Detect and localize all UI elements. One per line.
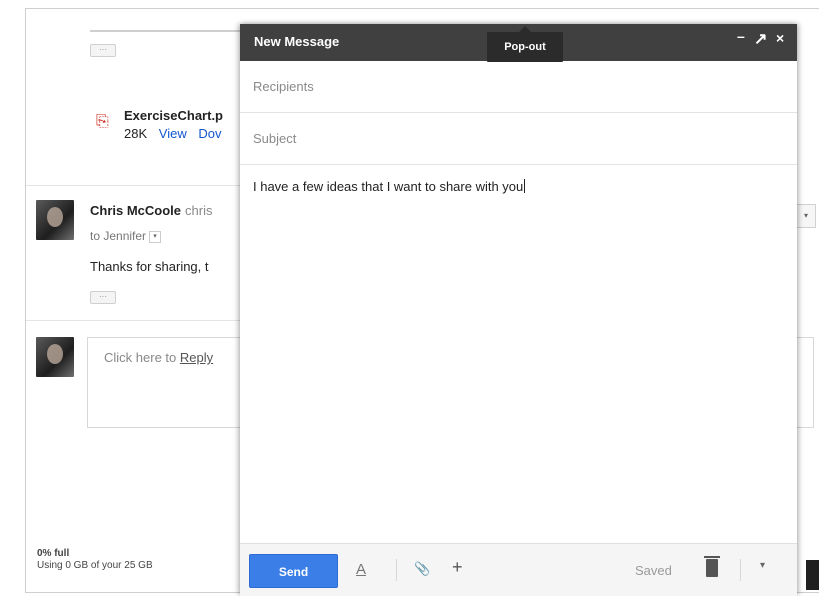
sender-name[interactable]: Chris McCoole [90, 203, 181, 218]
recipient-details-dropdown[interactable]: ▾ [149, 230, 162, 243]
attachment-meta: 28K View Dov [124, 126, 221, 141]
attachment-download-link[interactable]: Dov [198, 126, 221, 141]
send-button[interactable]: Send [249, 554, 338, 588]
toolbar-separator [740, 559, 741, 581]
pdf-file-icon: ⎘ [96, 113, 109, 130]
sender-email: chris [185, 203, 213, 218]
toolbar-separator [396, 559, 397, 581]
show-trimmed-content-button[interactable]: ··· [90, 44, 116, 57]
reply-link[interactable]: Reply [180, 350, 213, 365]
storage-percent: 0% full [37, 548, 70, 559]
minimize-icon[interactable]: – [737, 28, 745, 44]
trash-icon[interactable] [704, 556, 720, 577]
show-trimmed-content-button[interactable]: ··· [90, 291, 116, 304]
message-body: Thanks for sharing, t [90, 259, 209, 274]
divider [26, 320, 240, 321]
compose-title: New Message [254, 34, 340, 49]
avatar[interactable] [36, 200, 74, 240]
sender-line: Chris McCoole chris [90, 203, 212, 218]
formatting-options-icon[interactable]: A [356, 561, 366, 578]
attachment-name: ExerciseChart.p [124, 108, 223, 123]
divider [26, 185, 240, 186]
attach-files-icon[interactable]: 📎 [414, 561, 430, 577]
popout-icon[interactable]: ↗ [754, 29, 767, 49]
popout-tooltip: Pop-out [487, 26, 563, 62]
reply-prompt-text: Click here to [104, 350, 180, 365]
insert-more-icon[interactable]: + [452, 557, 463, 578]
subject-field[interactable]: Subject [253, 131, 296, 146]
chat-panel-edge[interactable] [806, 560, 819, 590]
attachment-view-link[interactable]: View [159, 126, 187, 141]
draft-saved-status: Saved [635, 563, 672, 578]
more-options-icon[interactable]: ▾ [760, 560, 765, 571]
field-divider [240, 164, 797, 165]
compose-toolbar: Send A 📎 + Saved ▾ [240, 543, 797, 596]
reply-prompt[interactable]: Click here to Reply [104, 350, 213, 365]
divider [90, 30, 240, 32]
compose-window: New Message – ↗ × Recipients Subject I h… [240, 24, 797, 596]
field-divider [240, 112, 797, 113]
recipient-label: to Jennifer [90, 229, 147, 243]
recipients-field[interactable]: Recipients [253, 79, 314, 94]
compose-body-editor[interactable]: I have a few ideas that I want to share … [253, 179, 525, 194]
storage-usage: 0% full Using 0 GB of your 25 GB [37, 548, 153, 572]
avatar [36, 337, 74, 377]
message-more-dropdown[interactable]: ▾ [796, 204, 816, 228]
recipient-line: to Jennifer ▾ [90, 229, 162, 243]
storage-usage-text: Using 0 GB of your 25 GB [37, 560, 153, 571]
close-icon[interactable]: × [776, 30, 784, 46]
attachment-size: 28K [124, 126, 148, 141]
